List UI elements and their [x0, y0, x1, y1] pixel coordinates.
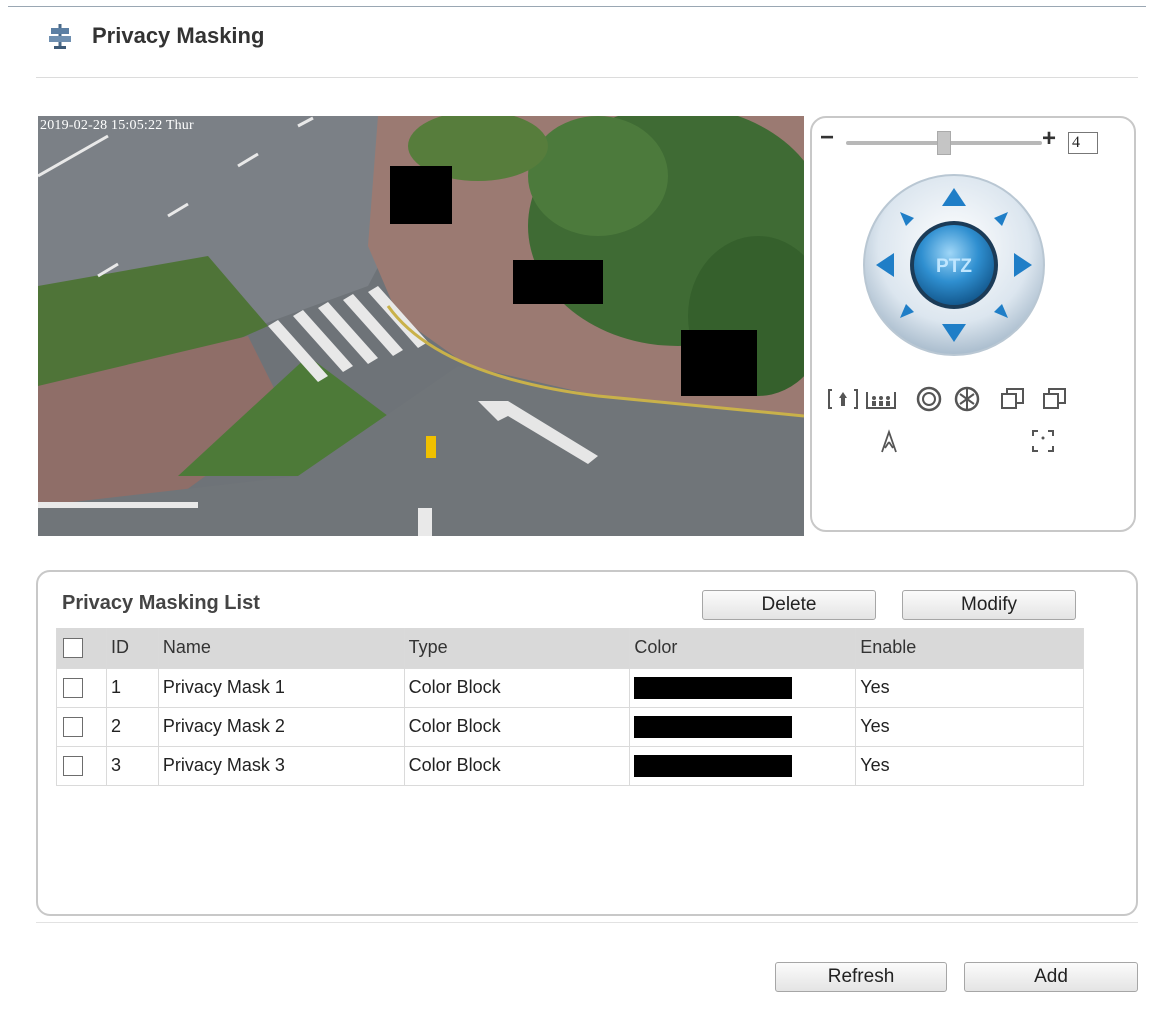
table-header-row: ID Name Type Color Enable — [56, 628, 1084, 669]
row-checkbox[interactable] — [63, 678, 83, 699]
page-header: Privacy Masking — [46, 18, 264, 54]
ptz-toolbar-row-2 — [828, 426, 1128, 456]
refresh-button[interactable]: Refresh — [775, 962, 947, 992]
live-video-view[interactable]: 2019-02-28 15:05:22 Thur — [38, 116, 804, 536]
row-select-cell — [56, 746, 107, 786]
row-id: 3 — [105, 746, 159, 786]
footer-divider — [36, 922, 1138, 923]
page-title: Privacy Masking — [92, 23, 265, 48]
column-header-type: Type — [403, 628, 630, 669]
privacy-mask-block-3[interactable] — [681, 330, 757, 396]
one-key-focus-icon[interactable] — [1028, 426, 1058, 456]
color-swatch — [634, 754, 793, 777]
row-enable: Yes — [855, 668, 1084, 708]
privacy-mask-block-1[interactable] — [390, 166, 452, 224]
row-checkbox[interactable] — [63, 717, 83, 738]
row-color-cell — [629, 668, 856, 708]
row-select-cell — [56, 668, 107, 708]
column-header-color: Color — [629, 628, 856, 669]
header-divider — [36, 77, 1138, 78]
ptz-center-label[interactable]: PTZ — [936, 256, 972, 277]
ptz-direction-pad[interactable]: PTZ — [856, 174, 1052, 356]
table-row[interactable]: 2 Privacy Mask 2 Color Block Yes — [56, 707, 1084, 747]
privacy-mask-table: ID Name Type Color Enable 1 Privacy Mask… — [56, 628, 1084, 786]
focus-far-icon[interactable] — [952, 384, 982, 414]
zoom-in-icon[interactable] — [828, 384, 858, 414]
row-select-cell — [56, 707, 107, 747]
modify-button[interactable]: Modify — [902, 590, 1076, 620]
row-type: Color Block — [403, 668, 630, 708]
column-header-id: ID — [105, 628, 159, 669]
focus-near-icon[interactable] — [914, 384, 944, 414]
iris-close-icon[interactable] — [1040, 384, 1070, 414]
ptz-toolbar-row-1 — [828, 384, 1128, 414]
add-button[interactable]: Add — [964, 962, 1138, 992]
select-all-cell — [56, 628, 107, 669]
column-header-enable: Enable — [855, 628, 1084, 669]
slider-thumb[interactable] — [937, 131, 951, 155]
delete-button[interactable]: Delete — [702, 590, 876, 620]
column-header-name: Name — [157, 628, 405, 669]
select-all-checkbox[interactable] — [63, 638, 83, 659]
row-id: 1 — [105, 668, 159, 708]
row-type: Color Block — [403, 746, 630, 786]
color-swatch — [634, 715, 793, 738]
top-border — [8, 6, 1146, 7]
osd-timestamp: 2019-02-28 15:05:22 Thur — [40, 118, 194, 133]
list-title: Privacy Masking List — [62, 592, 260, 614]
zoom-out-icon[interactable] — [866, 384, 896, 414]
table-row[interactable]: 1 Privacy Mask 1 Color Block Yes — [56, 668, 1084, 708]
ptz-speed-slider[interactable]: − + 4 — [820, 124, 1110, 155]
color-swatch — [634, 676, 793, 699]
row-checkbox[interactable] — [63, 756, 83, 777]
auto-focus-icon[interactable] — [874, 426, 904, 456]
row-name: Privacy Mask 3 — [157, 746, 405, 786]
row-id: 2 — [105, 707, 159, 747]
ptz-control-panel: − + 4 PTZ — [810, 116, 1136, 532]
speed-decrease-button[interactable]: − — [820, 124, 834, 152]
row-name: Privacy Mask 1 — [157, 668, 405, 708]
row-color-cell — [629, 707, 856, 747]
privacy-mask-block-2[interactable] — [513, 260, 603, 304]
speed-value-field[interactable]: 4 — [1068, 132, 1098, 154]
speed-increase-button[interactable]: + — [1042, 125, 1056, 153]
table-row[interactable]: 3 Privacy Mask 3 Color Block Yes — [56, 746, 1084, 786]
privacy-mask-list-panel: Privacy Masking List Delete Modify ID Na… — [36, 570, 1138, 916]
iris-open-icon[interactable] — [998, 384, 1028, 414]
row-name: Privacy Mask 2 — [157, 707, 405, 747]
row-enable: Yes — [855, 707, 1084, 747]
privacy-sign-icon — [49, 24, 71, 49]
row-enable: Yes — [855, 746, 1084, 786]
row-color-cell — [629, 746, 856, 786]
row-type: Color Block — [403, 707, 630, 747]
